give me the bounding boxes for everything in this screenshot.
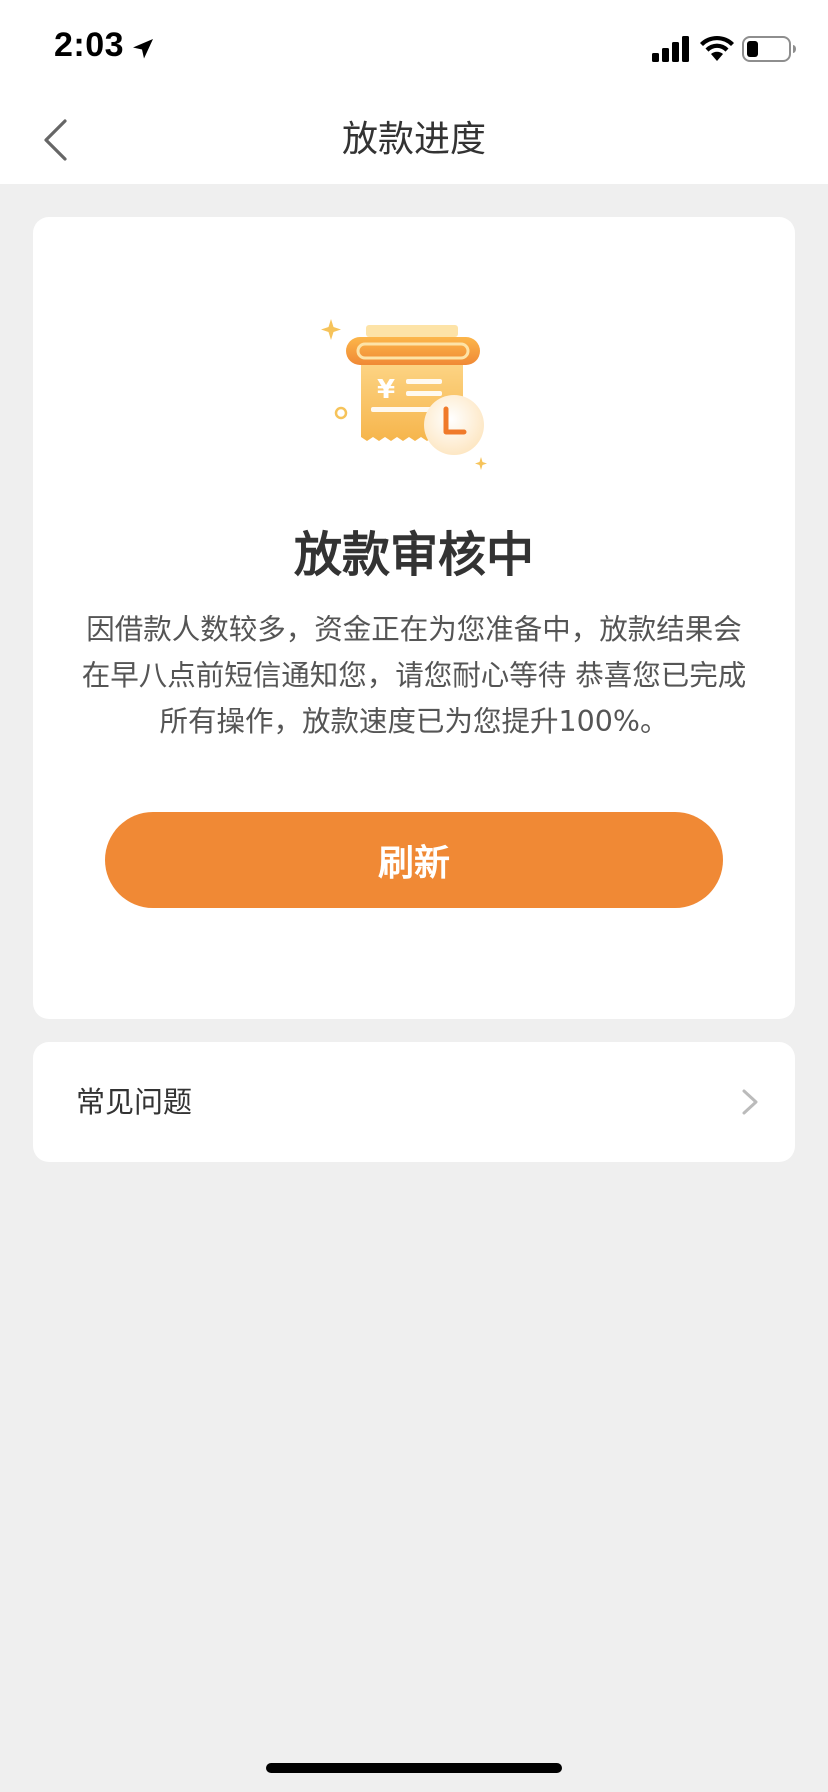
- wifi-icon: [700, 35, 734, 61]
- receipt-clock-icon: ¥: [321, 319, 487, 470]
- chevron-right-icon: [742, 1089, 758, 1115]
- page-title: 放款进度: [341, 119, 486, 160]
- home-indicator[interactable]: [266, 1763, 562, 1773]
- faq-label: 常见问题: [76, 1085, 193, 1119]
- navigation-bar: 放款进度: [0, 96, 828, 184]
- status-description: 因借款人数较多，资金正在为您准备中，放款结果会在早八点前短信通知您，请您耐心等待…: [81, 613, 747, 738]
- svg-text:¥: ¥: [377, 375, 395, 405]
- cellular-signal-icon: [652, 36, 689, 62]
- loan-status-card: ¥ 放款审核中 因借款人数较多，资金正在为您准备中，放款结果会在早八点前短信通知…: [33, 217, 795, 1019]
- battery-icon: [742, 36, 796, 62]
- status-bar: 2:03: [0, 0, 828, 96]
- faq-row[interactable]: 常见问题: [33, 1042, 795, 1162]
- status-title: 放款审核中: [293, 527, 534, 583]
- refresh-button[interactable]: 刷新: [105, 812, 723, 908]
- status-time: 2:03: [54, 26, 125, 64]
- location-arrow-icon: [133, 39, 153, 59]
